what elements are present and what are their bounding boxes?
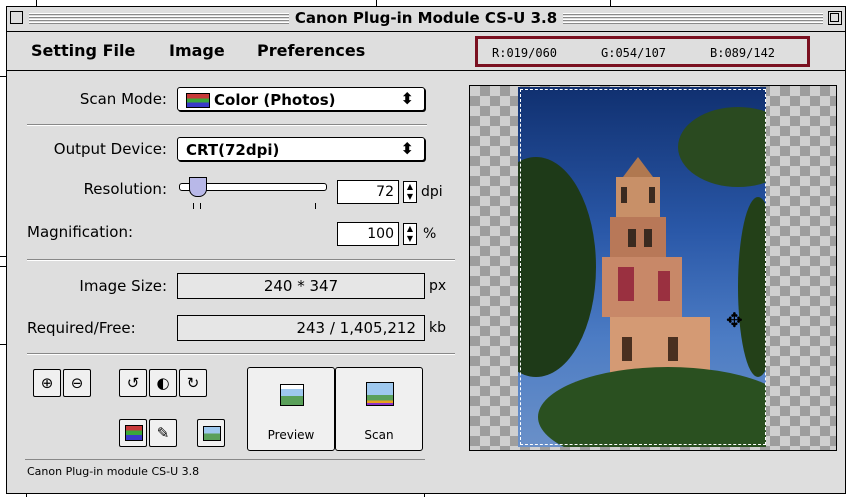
resolution-slider-thumb[interactable] <box>189 177 207 197</box>
image-size-label: Image Size: <box>79 277 167 295</box>
color-adjust-button[interactable] <box>119 419 147 447</box>
status-text: Canon Plug-in module CS-U 3.8 <box>27 465 200 478</box>
zoom-box[interactable] <box>828 11 842 25</box>
slider-tick <box>315 203 316 209</box>
required-free-unit: kb <box>429 320 446 336</box>
move-cursor-icon: ✥ <box>726 308 743 332</box>
crop-marquee[interactable] <box>520 89 766 445</box>
rotate-right-icon: ↻ <box>186 374 200 392</box>
image-icon <box>203 426 221 441</box>
window-title: Canon Plug-in Module CS-U 3.8 <box>288 9 564 27</box>
magnification-stepper[interactable]: ▲ ▼ <box>403 223 417 245</box>
menu-bar: Setting File Image Preferences R:019/060… <box>7 32 845 71</box>
output-device-popup[interactable]: CRT(72dpi) ⬍ <box>177 137 425 161</box>
preview-button[interactable]: Preview <box>247 367 335 451</box>
popup-arrows-icon: ⬍ <box>400 89 414 108</box>
rgb-readout: R:019/060 G:054/107 B:089/142 <box>475 36 810 67</box>
title-bar[interactable]: Canon Plug-in Module CS-U 3.8 <box>7 7 845 32</box>
zoom-out-icon: ⊖ <box>70 374 84 392</box>
eyedropper-icon: ✎ <box>156 424 170 442</box>
eyedropper-button[interactable]: ✎ <box>149 419 177 447</box>
separator <box>27 353 455 355</box>
output-device-label: Output Device: <box>53 140 167 158</box>
magnification-unit: % <box>423 226 437 242</box>
resolution-stepper[interactable]: ▲ ▼ <box>403 181 417 203</box>
preview-area[interactable]: ✥ <box>469 85 837 451</box>
rotate-right-button[interactable]: ↻ <box>179 369 207 397</box>
scan-mode-value: Color (Photos) <box>214 91 336 109</box>
blue-value: B:089/142 <box>710 46 776 60</box>
preview-icon <box>280 384 304 406</box>
zoom-in-icon: ⊕ <box>40 374 54 392</box>
resolution-input[interactable]: 72 <box>337 180 399 204</box>
mirror-button[interactable]: ◐ <box>149 369 177 397</box>
image-button[interactable] <box>197 419 225 447</box>
magnification-input[interactable]: 100 <box>337 222 399 246</box>
output-device-value: CRT(72dpi) <box>186 141 280 159</box>
zoom-out-button[interactable]: ⊖ <box>63 369 91 397</box>
mirror-icon: ◐ <box>156 374 170 392</box>
green-value: G:054/107 <box>601 46 667 60</box>
image-size-value: 240 * 347 <box>263 277 339 295</box>
popup-arrows-icon: ⬍ <box>400 139 414 158</box>
color-adjust-icon <box>125 425 143 441</box>
required-free-field: 243 / 1,405,212 <box>177 315 425 341</box>
slider-tick <box>193 203 194 209</box>
separator <box>27 124 427 126</box>
required-free-value: 243 / 1,405,212 <box>296 319 416 337</box>
menu-setting-file[interactable]: Setting File <box>31 41 135 60</box>
red-value: R:019/060 <box>492 46 558 60</box>
slider-tick <box>200 203 201 209</box>
status-divider <box>25 459 425 460</box>
menu-image[interactable]: Image <box>169 41 225 60</box>
scan-mode-label: Scan Mode: <box>79 90 167 108</box>
image-size-field: 240 * 347 <box>177 273 425 299</box>
preview-label: Preview <box>267 428 315 442</box>
color-mode-icon <box>186 93 210 108</box>
scan-button[interactable]: Scan <box>335 367 423 451</box>
rotate-left-button[interactable]: ↺ <box>119 369 147 397</box>
scan-mode-popup[interactable]: Color (Photos) ⬍ <box>177 87 425 111</box>
resolution-unit: dpi <box>421 184 443 200</box>
rotate-left-icon: ↺ <box>126 374 140 392</box>
required-free-label: Required/Free: <box>27 319 136 337</box>
magnification-label: Magnification: <box>27 223 134 241</box>
image-size-unit: px <box>429 278 447 294</box>
plugin-window: Canon Plug-in Module CS-U 3.8 Setting Fi… <box>6 6 846 494</box>
resolution-label: Resolution: <box>83 180 167 198</box>
zoom-in-button[interactable]: ⊕ <box>33 369 61 397</box>
separator <box>27 259 455 261</box>
scan-label: Scan <box>364 428 394 442</box>
menu-preferences[interactable]: Preferences <box>257 41 365 60</box>
scan-icon <box>366 382 394 406</box>
